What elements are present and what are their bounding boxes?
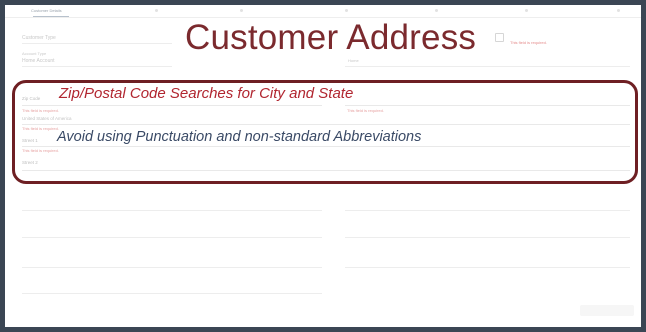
divider (345, 267, 630, 268)
customer-type-field[interactable]: Customer Type (22, 35, 56, 41)
divider (345, 237, 630, 238)
divider (22, 267, 322, 268)
account-type-label: Account Type (22, 51, 47, 56)
account-type-select[interactable]: Home Account (22, 58, 55, 64)
step-customer-details[interactable]: Customer Details (31, 8, 62, 13)
divider (345, 210, 630, 211)
divider (345, 66, 630, 67)
step-dot[interactable] (617, 9, 620, 12)
divider (22, 293, 322, 294)
step-dot[interactable] (155, 9, 158, 12)
divider (22, 237, 322, 238)
divider (22, 43, 172, 44)
step-dot[interactable] (240, 9, 243, 12)
right-select[interactable]: Home (348, 58, 359, 63)
step-dot[interactable] (435, 9, 438, 12)
screenshot-frame: Customer Details Customer Type Account T… (5, 5, 641, 327)
zip-search-annotation: Zip/Postal Code Searches for City and St… (59, 85, 354, 102)
step-dot[interactable] (525, 9, 528, 12)
divider (22, 66, 172, 67)
step-dot[interactable] (345, 9, 348, 12)
faded-action-button[interactable] (580, 305, 634, 316)
checkbox[interactable] (495, 33, 504, 42)
divider (22, 210, 322, 211)
punctuation-annotation: Avoid using Punctuation and non-standard… (57, 129, 422, 145)
progress-stepper: Customer Details (5, 5, 641, 18)
right-required-message: This field is required. (510, 40, 547, 45)
active-step-indicator (33, 16, 69, 17)
page-title: Customer Address (185, 18, 477, 57)
